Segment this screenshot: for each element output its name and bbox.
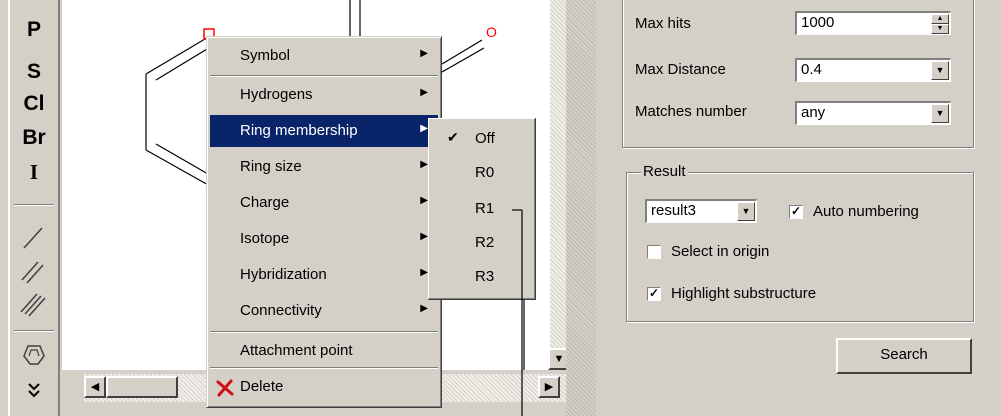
submenu-arrow-icon: ▶ <box>420 159 428 170</box>
max-hits-value: 1000 <box>801 14 835 31</box>
max-distance-label: Max Distance <box>635 61 726 78</box>
scroll-left-button[interactable]: ◀ <box>84 376 106 398</box>
submenu-arrow-icon: ▶ <box>420 195 428 206</box>
chevron-down-icon[interactable] <box>18 376 50 406</box>
ring-template-icon[interactable] <box>18 338 50 368</box>
splitter[interactable] <box>566 0 596 416</box>
submenu-arrow-icon: ▶ <box>420 267 428 278</box>
select-in-origin-checkbox[interactable] <box>647 245 661 259</box>
submenu-item-label: R3 <box>475 268 495 285</box>
element-button-s[interactable]: S <box>10 60 58 84</box>
max-hits-spinner[interactable]: 1000 ▲ ▼ <box>795 11 951 35</box>
delete-icon <box>216 379 234 397</box>
menu-item-label: Ring size <box>240 158 302 175</box>
single-bond-icon[interactable] <box>18 222 50 252</box>
menu-item-label: Delete <box>240 378 284 395</box>
triple-bond-icon[interactable] <box>18 288 50 318</box>
matches-number-label: Matches number <box>635 103 747 120</box>
menu-item-ring-size[interactable]: Ring size ▶ <box>210 151 438 183</box>
spin-down-button[interactable]: ▼ <box>931 24 949 34</box>
spin-up-button[interactable]: ▲ <box>931 14 949 24</box>
select-in-origin-label: Select in origin <box>671 243 770 260</box>
menu-item-label: Isotope <box>240 230 290 247</box>
element-button-p[interactable]: P <box>10 18 58 42</box>
checkmark-icon: ✔ <box>447 129 459 145</box>
menu-item-symbol[interactable]: Symbol ▶ <box>210 40 438 72</box>
highlight-substructure-checkbox[interactable]: ✓ <box>647 287 661 301</box>
max-hits-label: Max hits <box>635 15 691 32</box>
menu-item-label: Hybridization <box>240 266 327 283</box>
menu-separator <box>210 331 438 333</box>
search-button[interactable]: Search <box>836 338 972 374</box>
menu-item-label: Symbol <box>240 47 291 64</box>
auto-numbering-label: Auto numbering <box>813 203 919 220</box>
scroll-right-button[interactable]: ▶ <box>538 376 560 398</box>
max-distance-value: 0.4 <box>801 61 822 78</box>
element-button-i[interactable]: I <box>10 160 58 185</box>
result-group-label: Result <box>641 163 688 180</box>
submenu-arrow-icon: ▶ <box>420 87 428 98</box>
submenu-arrow-icon: ▶ <box>420 231 428 242</box>
menu-item-hybridization[interactable]: Hybridization ▶ <box>210 259 438 291</box>
submenu-item-label: Off <box>475 130 495 147</box>
bond-line-behind-menu <box>512 209 523 416</box>
chevron-down-icon[interactable]: ▼ <box>737 202 755 221</box>
toolbar-separator <box>14 204 54 206</box>
result-group: Result result3 ▼ ✓ Auto numbering Select… <box>626 163 974 322</box>
menu-item-label: Charge <box>240 194 290 211</box>
submenu-item-label: R0 <box>475 164 495 181</box>
result-select[interactable]: result3 ▼ <box>645 199 757 223</box>
highlight-substructure-label: Highlight substructure <box>671 285 817 302</box>
menu-item-hydrogens[interactable]: Hydrogens ▶ <box>210 79 438 111</box>
chevron-down-icon[interactable]: ▼ <box>931 104 949 123</box>
menu-item-ring-membership[interactable]: Ring membership ▶ <box>210 115 438 147</box>
matches-number-value: any <box>801 104 826 121</box>
element-button-cl[interactable]: Cl <box>10 92 58 116</box>
submenu-item-label: R1 <box>475 200 495 217</box>
horizontal-scroll-thumb[interactable] <box>106 376 178 398</box>
double-bond-icon[interactable] <box>18 256 50 286</box>
result-value: result3 <box>651 202 697 219</box>
submenu-arrow-icon: ▶ <box>420 303 428 314</box>
menu-separator <box>210 75 438 77</box>
max-distance-select[interactable]: 0.4 ▼ <box>795 58 951 82</box>
atom-context-menu: Symbol ▶ Hydrogens ▶ Ring membership ▶ R… <box>206 36 442 408</box>
vertical-scrollbar[interactable]: ▼ <box>548 0 570 370</box>
submenu-arrow-icon: ▶ <box>420 48 428 59</box>
submenu-arrow-icon: ▶ <box>420 123 428 134</box>
menu-item-label: Ring membership <box>240 122 358 139</box>
structure-query-window: P S Cl Br I O ▼ ◀ ▶ Max hits 1000 ▲ ▼ Ma… <box>0 0 1001 416</box>
matches-number-select[interactable]: any ▼ <box>795 101 951 125</box>
menu-item-label: Hydrogens <box>240 86 313 103</box>
element-button-br[interactable]: Br <box>10 126 58 150</box>
auto-numbering-checkbox[interactable]: ✓ <box>789 205 803 219</box>
chevron-down-icon[interactable]: ▼ <box>931 61 949 80</box>
menu-item-attachment-point[interactable]: Attachment point <box>210 335 438 367</box>
submenu-item-off[interactable]: ✔ Off <box>431 122 531 156</box>
menu-item-connectivity[interactable]: Connectivity ▶ <box>210 295 438 327</box>
menu-separator <box>210 367 438 369</box>
menu-item-isotope[interactable]: Isotope ▶ <box>210 223 438 255</box>
element-toolbar: P S Cl Br I <box>8 0 60 416</box>
menu-item-label: Attachment point <box>240 342 353 359</box>
menu-item-delete[interactable]: Delete <box>210 371 438 403</box>
submenu-item-r0[interactable]: R0 <box>431 156 531 190</box>
submenu-item-label: R2 <box>475 234 495 251</box>
toolbar-separator <box>14 330 54 332</box>
menu-item-charge[interactable]: Charge ▶ <box>210 187 438 219</box>
atom-label-oxygen[interactable]: O <box>486 24 497 40</box>
search-options-group: Max hits 1000 ▲ ▼ Max Distance 0.4 ▼ Mat… <box>622 0 974 148</box>
menu-item-label: Connectivity <box>240 302 322 319</box>
